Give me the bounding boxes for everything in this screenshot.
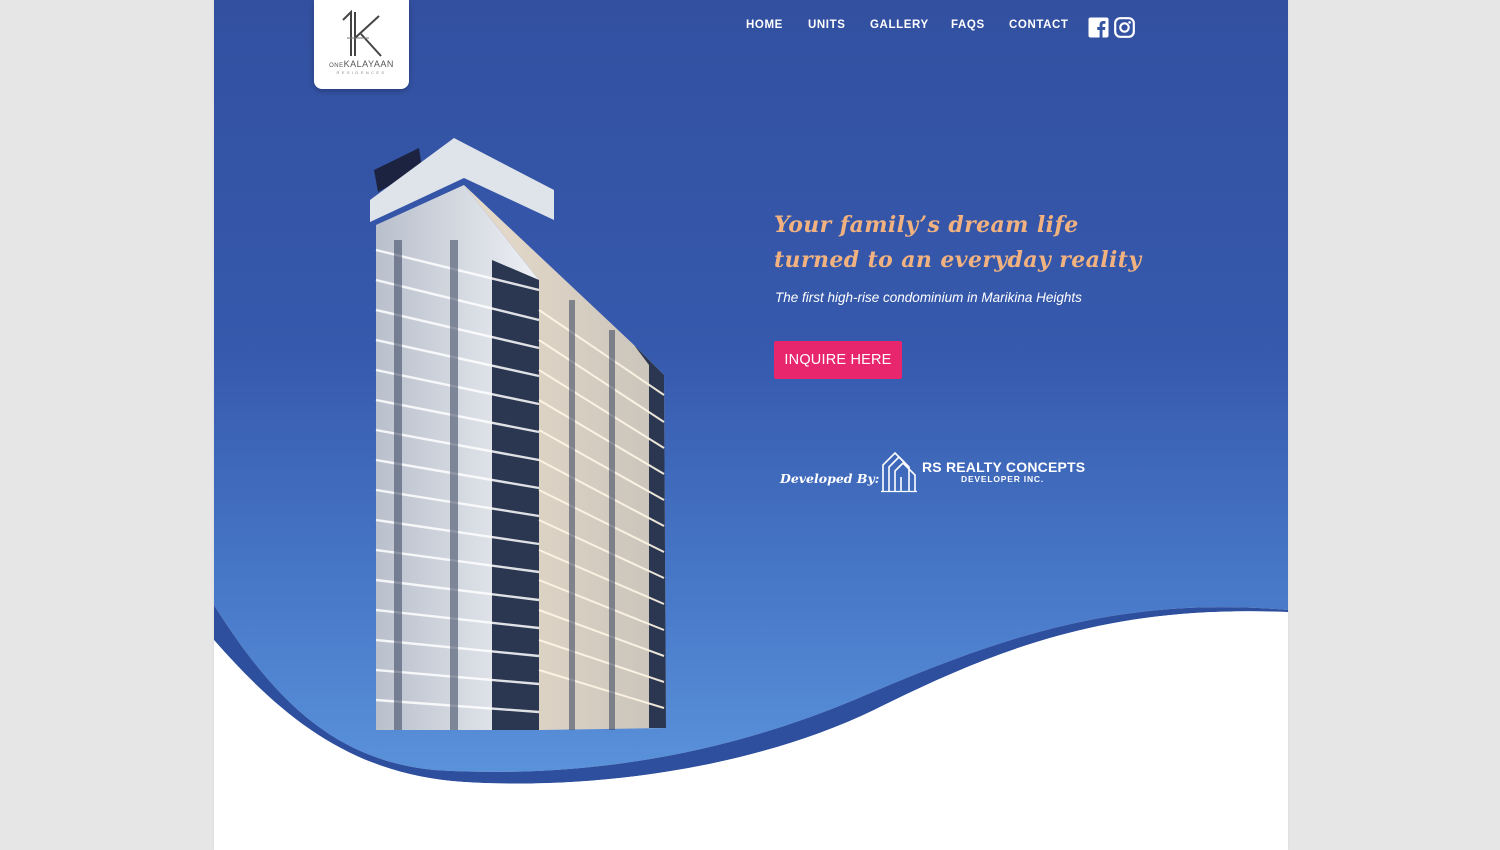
hero-headline-line-1: Your family’s dream life — [774, 212, 1079, 238]
inquire-button[interactable]: INQUIRE HERE — [774, 341, 902, 379]
hero-subheadline: The first high-rise condominium in Marik… — [775, 290, 1082, 305]
developer-subname: DEVELOPER INC. — [961, 474, 1044, 484]
one-kalayaan-k-icon — [341, 9, 382, 57]
nav-units[interactable]: UNITS — [808, 18, 846, 32]
nav-contact[interactable]: CONTACT — [1009, 18, 1069, 32]
hero-headline-line-2: turned to an everyday reality — [774, 247, 1142, 273]
brand-logo[interactable]: ONEKALAYAAN RESIDENCES — [314, 0, 409, 89]
facebook-icon[interactable] — [1088, 17, 1109, 38]
hero-headline: Your family’s dream life turned to an ev… — [774, 208, 1174, 278]
instagram-icon[interactable] — [1114, 17, 1135, 38]
logo-subtitle: RESIDENCES — [336, 70, 387, 75]
nav-faqs[interactable]: FAQS — [951, 18, 985, 32]
condominium-tower-illustration — [370, 138, 666, 730]
page: ONEKALAYAAN RESIDENCES HOME UNITS GALLER… — [214, 0, 1288, 850]
developed-by-label: Developed By: — [780, 471, 880, 486]
rs-realty-houses-icon[interactable] — [881, 447, 919, 493]
nav-home[interactable]: HOME — [746, 18, 783, 32]
nav-gallery[interactable]: GALLERY — [870, 18, 929, 32]
developer-name: RS REALTY CONCEPTS — [922, 459, 1086, 475]
logo-name: ONEKALAYAAN — [329, 59, 394, 69]
